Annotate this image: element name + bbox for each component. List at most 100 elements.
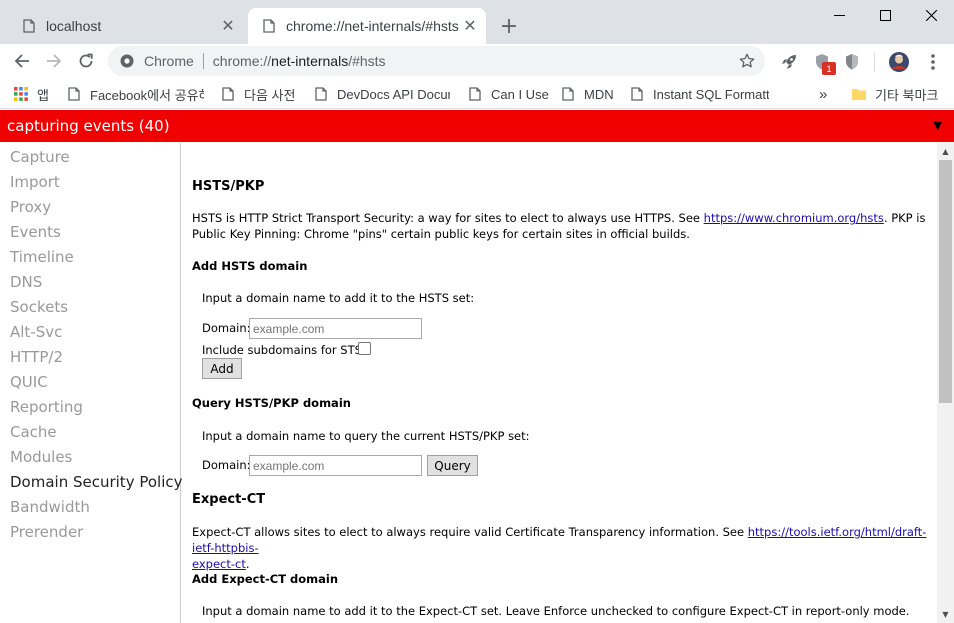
folder-icon [851, 86, 867, 102]
new-tab-button[interactable]: + [497, 14, 521, 39]
reload-icon [79, 53, 93, 68]
bookmark-devdocs[interactable]: DevDocs API Docum [313, 84, 450, 104]
sidebar-item-capture[interactable]: Capture [10, 148, 70, 166]
page-icon [21, 18, 37, 34]
url-prefix: chrome:// [212, 53, 272, 69]
back-button[interactable] [8, 47, 36, 75]
bookmark-label: 다음 사전 [244, 87, 296, 103]
bookmark-label: 기타 북마크 [875, 87, 939, 103]
menu-button[interactable] [921, 50, 945, 74]
status-dropdown-icon[interactable]: ▼ [934, 119, 942, 132]
add-hsts-domain-label: Domain: [202, 321, 251, 335]
add-hsts-button[interactable]: Add [202, 358, 242, 379]
chrome-info-icon[interactable] [119, 53, 135, 69]
hsts-description: HSTS is HTTP Strict Transport Security: … [192, 210, 927, 242]
bookmark-apps[interactable]: 앱 [13, 84, 49, 104]
expect-ct-desc: Expect-CT allows sites to elect to alway… [192, 525, 748, 539]
page-icon [220, 86, 236, 102]
capture-status-text: capturing events (40) [7, 117, 170, 135]
sidebar-item-domain-security-policy[interactable]: Domain Security Policy [10, 473, 183, 491]
page-icon [66, 86, 82, 102]
scroll-up-arrow-icon[interactable]: ▲ [937, 143, 954, 160]
sidebar-item-alt-svc[interactable]: Alt-Svc [10, 323, 62, 341]
sidebar-item-prerender[interactable]: Prerender [10, 523, 83, 541]
extension-badge: 1 [822, 62, 836, 75]
bookmark-label: 앱 [37, 87, 49, 103]
sidebar-item-cache[interactable]: Cache [10, 423, 57, 441]
scrollbar-thumb[interactable] [939, 160, 952, 403]
capture-status-bar: capturing events (40) ▼ [0, 110, 954, 142]
bookmark-mdn[interactable]: MDN [560, 84, 614, 104]
omnibox-separator [202, 53, 204, 69]
url-text: chrome://net-internals/#hsts [213, 53, 386, 69]
sidebar: Capture Import Proxy Events Timeline DNS… [0, 143, 183, 623]
url-path: /#hsts [348, 53, 386, 69]
url-host: net-internals [271, 53, 349, 69]
arrow-right-icon [47, 54, 62, 68]
sidebar-item-import[interactable]: Import [10, 173, 60, 191]
content-scrollbar[interactable]: ▲ ▼ [937, 143, 954, 623]
hsts-desc-1: HSTS is HTTP Strict Transport Security: … [192, 211, 704, 225]
sidebar-item-proxy[interactable]: Proxy [10, 198, 51, 216]
scroll-down-arrow-icon[interactable]: ▼ [937, 606, 954, 623]
sidebar-item-dns[interactable]: DNS [10, 273, 42, 291]
add-hsts-domain-input[interactable]: example.com [249, 318, 422, 339]
arrow-left-icon [14, 54, 29, 68]
maximize-button[interactable] [862, 0, 908, 30]
close-icon[interactable]: ✕ [460, 16, 480, 36]
extension-privacy-button[interactable] [840, 50, 864, 74]
tab-localhost[interactable]: localhost ✕ [8, 8, 244, 44]
bookmarks-bar: 앱 Facebook에서 공유하 다음 사전 DevDocs API Docum… [0, 79, 954, 109]
rocket-icon [782, 55, 796, 69]
bookmark-label: DevDocs API Docum [337, 86, 450, 102]
query-hsts-button[interactable]: Query [427, 455, 478, 476]
main-content: HSTS/PKP HSTS is HTTP Strict Transport S… [182, 143, 937, 623]
bookmark-label: Can I Use [491, 86, 549, 102]
expect-ct-desc-end: . [245, 557, 250, 571]
bookmark-other-folder[interactable]: 기타 북마크 [851, 84, 938, 104]
query-hsts-domain-label: Domain: [202, 458, 251, 472]
address-bar[interactable]: Chrome chrome://net-internals/#hsts [108, 46, 765, 76]
chromium-hsts-link[interactable]: https://www.chromium.org/hsts [704, 211, 884, 225]
sidebar-item-events[interactable]: Events [10, 223, 61, 241]
reload-button[interactable] [72, 47, 100, 75]
sidebar-item-modules[interactable]: Modules [10, 448, 72, 466]
close-icon[interactable]: ✕ [218, 16, 238, 36]
bookmark-star-button[interactable] [737, 51, 757, 71]
add-expect-ct-title: Add Expect-CT domain [192, 572, 339, 586]
sidebar-item-timeline[interactable]: Timeline [10, 248, 74, 266]
tab-net-internals[interactable]: chrome://net-internals/#hsts ✕ [248, 8, 486, 44]
bookmark-caniuse[interactable]: Can I Use [467, 84, 549, 104]
bookmark-daum-dictionary[interactable]: 다음 사전 [220, 84, 295, 104]
sidebar-item-reporting[interactable]: Reporting [10, 398, 83, 416]
bookmark-instant-sql[interactable]: Instant SQL Formatte [629, 84, 769, 104]
expect-ct-description: Expect-CT allows sites to elect to alway… [192, 524, 932, 572]
star-icon [739, 53, 755, 68]
extension-rocket-button[interactable] [777, 50, 801, 74]
sidebar-item-sockets[interactable]: Sockets [10, 298, 68, 316]
bookmark-facebook-share[interactable]: Facebook에서 공유하 [66, 84, 204, 104]
apps-grid-icon [13, 86, 29, 102]
include-subdomains-checkbox[interactable] [358, 342, 371, 355]
sidebar-item-quic[interactable]: QUIC [10, 373, 48, 391]
profile-avatar[interactable] [887, 50, 911, 74]
sidebar-item-http2[interactable]: HTTP/2 [10, 348, 63, 366]
close-icon [925, 9, 937, 21]
bookmarks-overflow-button[interactable]: » [819, 84, 827, 104]
query-hsts-title: Query HSTS/PKP domain [192, 396, 351, 410]
bookmark-label: MDN [584, 86, 614, 102]
toolbar: Chrome chrome://net-internals/#hsts 1 [0, 44, 954, 79]
query-hsts-domain-input[interactable]: example.com [249, 455, 422, 476]
query-hsts-instruction: Input a domain name to query the current… [202, 429, 530, 443]
extension-shield-badge-button[interactable]: 1 [810, 50, 836, 75]
expect-ct-section-title: Expect-CT [192, 492, 266, 507]
expect-ct-link-part-2: expect-ct [192, 557, 246, 571]
add-hsts-instruction: Input a domain name to add it to the HST… [202, 291, 475, 305]
more-vertical-icon [931, 54, 935, 70]
minimize-button[interactable] [816, 0, 862, 30]
forward-button[interactable] [40, 47, 68, 75]
hsts-section-title: HSTS/PKP [192, 179, 265, 194]
window-close-button[interactable] [908, 0, 954, 30]
sidebar-item-bandwidth[interactable]: Bandwidth [10, 498, 90, 516]
include-subdomains-label: Include subdomains for STS: [202, 343, 366, 357]
